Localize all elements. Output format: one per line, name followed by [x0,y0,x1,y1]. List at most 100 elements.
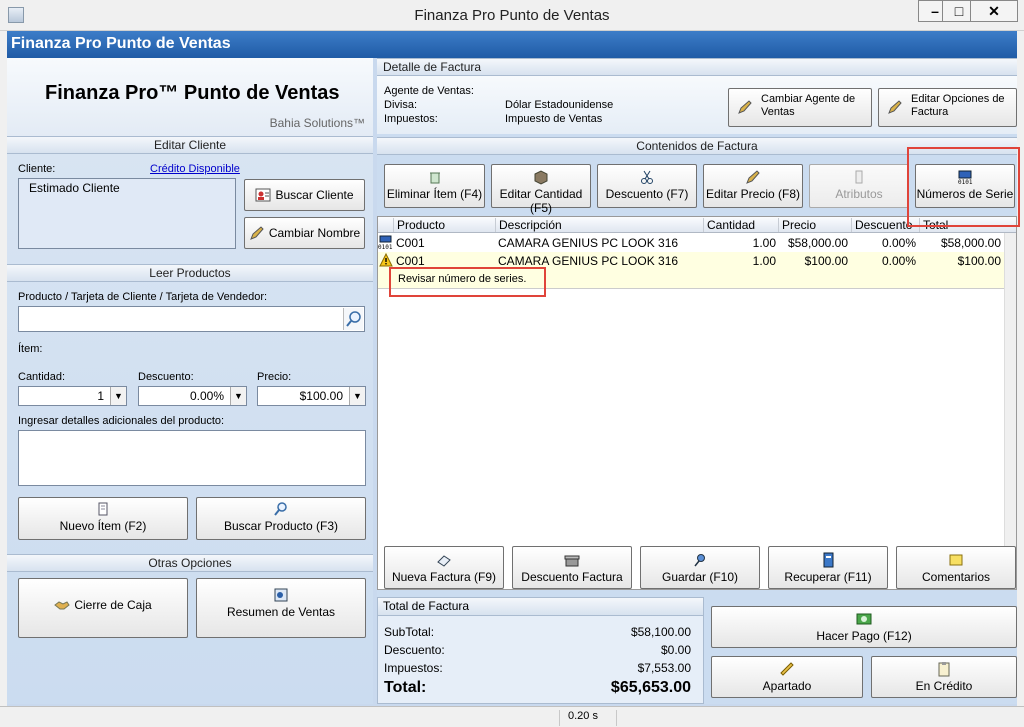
detalle-factura-header: Detalle de Factura [377,58,1017,76]
column-header[interactable]: Precio [778,218,851,232]
editar-precio-button[interactable]: Editar Precio (F8) [703,164,803,208]
detalles-textarea[interactable] [18,430,366,486]
cell-cantidad: 1.00 [752,254,776,268]
atributos-button[interactable]: Atributos [809,164,909,208]
cambiar-nombre-button[interactable]: Cambiar Nombre [244,217,365,249]
en-credito-button[interactable]: En Crédito [871,656,1017,698]
comentarios-label: Comentarios [921,570,991,584]
ruler-icon [779,661,795,677]
buscar-cliente-button[interactable]: Buscar Cliente [244,179,365,211]
column-header[interactable]: Descripción [495,218,703,232]
pin-icon [692,552,708,568]
left-panel: Finanza Pro™ Punto de Ventas Bahia Solut… [7,58,373,704]
agente-label: Agente de Ventas: [384,85,474,97]
highlight-warning-message [389,267,546,297]
edit-pencil-icon [887,99,903,115]
status-cell [616,710,1016,726]
new-item-icon [95,501,111,517]
nuevo-item-label: Nuevo Ítem (F2) [59,519,147,533]
close-button[interactable]: ✕ [970,0,1018,22]
total-factura-panel: Total de Factura SubTotal: $58,100.00 De… [377,597,704,704]
total-factura-header: Total de Factura [378,598,703,616]
chevron-down-icon[interactable]: ▼ [230,387,246,405]
cell-descuento: 0.00% [881,254,916,268]
cierre-caja-button[interactable]: Cierre de Caja [18,578,188,638]
note-icon [948,552,964,568]
cell-producto: C001 [396,236,425,250]
detalle-factura-area: Agente de Ventas: Divisa: Dólar Estadoun… [377,76,1017,134]
window-title: Finanza Pro Punto de Ventas [414,7,610,24]
recuperar-button[interactable]: Recuperar (F11) [768,546,888,589]
cell-total: $58,000.00 [940,236,1001,250]
editar-precio-label: Editar Precio (F8) [705,187,801,201]
hacer-pago-button[interactable]: Hacer Pago (F12) [711,606,1017,648]
box-icon [533,169,549,185]
impuestos-label: Impuestos: [384,113,438,125]
apartado-button[interactable]: Apartado [711,656,863,698]
cantidad-label: Cantidad: [18,371,66,383]
eliminar-item-button[interactable]: Eliminar Ítem (F4) [384,164,485,208]
credito-disponible-link[interactable]: Crédito Disponible [150,163,240,175]
chevron-down-icon[interactable]: ▼ [349,387,365,405]
cambiar-nombre-label: Cambiar Nombre [268,226,361,240]
window-titlebar: Finanza Pro Punto de Ventas – □ ✕ [0,0,1024,31]
buscar-producto-button[interactable]: Buscar Producto (F3) [196,497,366,540]
otras-opciones-header: Otras Opciones [7,554,373,572]
window-border-right [1017,31,1024,706]
edit-pencil-icon [737,99,753,115]
precio-select[interactable]: $100.00 ▼ [257,386,366,406]
descuento-factura-button[interactable]: Descuento Factura [512,546,632,589]
detalles-label: Ingresar detalles adicionales del produc… [18,415,225,427]
comentarios-button[interactable]: Comentarios [896,546,1016,589]
svg-text:0101: 0101 [378,244,393,251]
nueva-factura-label: Nueva Factura (F9) [391,570,497,584]
eliminar-item-label: Eliminar Ítem (F4) [386,187,483,201]
nuevo-item-button[interactable]: Nuevo Ítem (F2) [18,497,188,540]
editar-cantidad-button[interactable]: Editar Cantidad (F5) [491,164,591,215]
producto-input[interactable] [18,306,365,332]
scissors-icon [639,169,655,185]
window-border-left [0,31,7,706]
cliente-field[interactable]: Estimado Cliente [18,178,236,249]
impuestos-total-value: $7,553.00 [637,661,691,675]
cambiar-agente-button[interactable]: Cambiar Agente de Ventas [728,88,872,127]
column-header[interactable]: Producto [393,218,496,232]
table-scrollbar[interactable] [1004,233,1016,589]
atributos-label: Atributos [835,187,883,201]
editar-opciones-button[interactable]: Editar Opciones de Factura [878,88,1017,127]
search-icon[interactable] [343,308,363,330]
descuento-select[interactable]: 0.00% ▼ [138,386,247,406]
contact-card-icon [255,187,271,203]
report-icon [273,587,289,603]
recuperar-label: Recuperar (F11) [784,570,872,584]
clipboard-icon [936,661,952,677]
leer-productos-header: Leer Productos [7,264,373,282]
resumen-ventas-label: Resumen de Ventas [226,605,336,619]
descuento-button[interactable]: Descuento (F7) [597,164,697,208]
divisa-value: Dólar Estadounidense [505,99,614,111]
cliente-label: Cliente: [18,163,56,175]
gift-icon [564,552,580,568]
delete-icon [427,169,443,185]
edit-pencil-icon [745,169,761,185]
resumen-ventas-button[interactable]: Resumen de Ventas [196,578,366,638]
money-icon [856,611,872,627]
impuestos-value: Impuesto de Ventas [505,113,603,125]
subtotal-label: SubTotal: [384,625,435,639]
cantidad-stepper[interactable]: 1 ▼ [18,386,127,406]
editar-opciones-label: Editar Opciones de Factura [911,93,1005,118]
guardar-button[interactable]: Guardar (F10) [640,546,760,589]
column-header[interactable]: Cantidad [703,218,778,232]
descuento-total-value: $0.00 [660,643,691,657]
chevron-down-icon[interactable]: ▼ [110,387,126,405]
nueva-factura-button[interactable]: Nueva Factura (F9) [384,546,504,589]
producto-label: Producto / Tarjeta de Cliente / Tarjeta … [18,291,268,303]
descuento-label: Descuento: [138,371,194,383]
cell-descripcion: CAMARA GENIUS PC LOOK 316 [498,254,679,268]
guardar-label: Guardar (F10) [661,570,739,584]
divisa-label: Divisa: [384,99,418,111]
precio-value: $100.00 [299,389,343,403]
total-label: Total: [384,679,427,696]
table-row[interactable]: 0101 C001 CAMARA GENIUS PC LOOK 316 1.00… [378,234,1016,252]
item-label: Ítem: [18,343,43,355]
